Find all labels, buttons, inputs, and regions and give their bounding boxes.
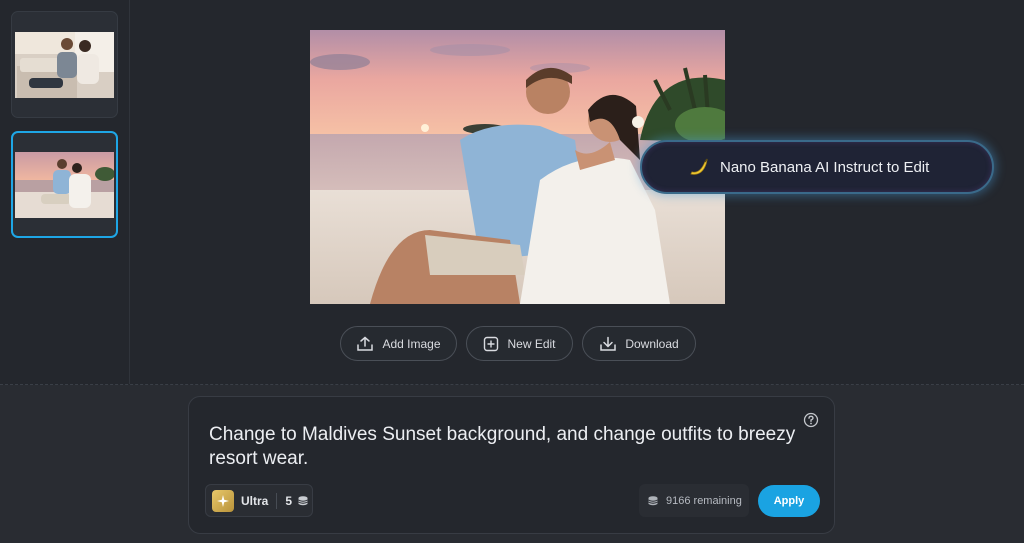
model-cost: 5 [285,493,293,508]
remaining-text: 9166 remaining [666,494,742,507]
download-button[interactable]: Download [582,326,696,361]
thumbnail-indoor-couple[interactable] [11,11,118,118]
thumbnail-sidebar [0,0,130,384]
new-edit-button[interactable]: New Edit [466,326,573,361]
nano-banana-badge: Nano Banana AI Instruct to Edit [640,140,994,194]
coin-stack-icon [298,495,308,505]
chip-divider [276,492,278,509]
new-edit-label: New Edit [507,336,556,351]
model-selector[interactable]: Ultra 5 [205,484,313,517]
indoor-couple-image [15,32,114,98]
prompt-card: Change to Maldives Sunset background, an… [188,396,835,534]
model-name: Ultra [241,493,269,508]
beach-sunset-image [15,152,114,218]
prompt-input[interactable]: Change to Maldives Sunset background, an… [209,423,799,471]
plus-square-icon [484,336,499,351]
credits-remaining: 9166 remaining [639,484,749,517]
download-label: Download [625,336,679,351]
nano-banana-label: Nano Banana AI Instruct to Edit [720,158,930,176]
apply-button[interactable]: Apply [758,485,820,517]
thumbnail-beach-sunset[interactable] [11,131,118,238]
upload-icon [357,336,374,351]
download-icon [600,336,617,351]
question-circle-icon[interactable] [803,412,819,428]
sparkle-icon [212,489,234,512]
coin-stack-icon [648,495,658,505]
add-image-label: Add Image [382,336,441,351]
banana-icon [690,158,708,175]
add-image-button[interactable]: Add Image [340,326,457,361]
sparkle-glyph [217,494,229,507]
